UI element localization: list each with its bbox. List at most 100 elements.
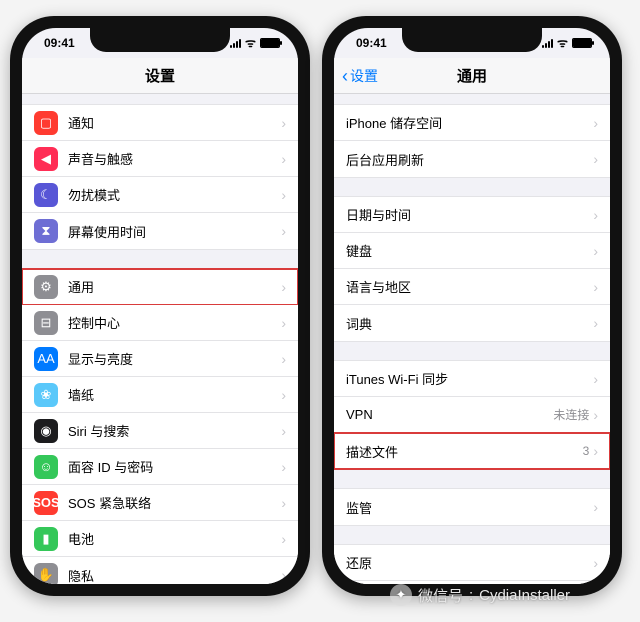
- list-item[interactable]: iPhone 储存空间›: [334, 105, 610, 141]
- notch: [90, 28, 230, 52]
- chevron-right-icon: ›: [593, 243, 598, 259]
- row-label: 日期与时间: [346, 205, 593, 224]
- chevron-left-icon: ‹: [342, 67, 348, 85]
- chevron-right-icon: ›: [593, 371, 598, 387]
- status-time: 09:41: [44, 36, 75, 50]
- gear-icon: ⚙: [34, 275, 58, 299]
- chevron-right-icon: ›: [593, 115, 598, 131]
- privacy-icon: ✋: [34, 563, 58, 584]
- row-detail: 未连接: [553, 406, 589, 423]
- row-label: iTunes Wi-Fi 同步: [346, 369, 593, 388]
- chevron-right-icon: ›: [281, 459, 286, 475]
- row-detail: 3: [583, 444, 590, 458]
- signal-icon: [542, 38, 553, 48]
- chevron-right-icon: ›: [593, 407, 598, 423]
- list-item[interactable]: ☺面容 ID 与密码›: [22, 449, 298, 485]
- list-item[interactable]: ▢ 通知›: [22, 105, 298, 141]
- battery-icon: ▮: [34, 527, 58, 551]
- control-icon: ⊟: [34, 311, 58, 335]
- wifi-icon: ᯤ: [557, 37, 568, 49]
- chevron-right-icon: ›: [281, 223, 286, 239]
- list-item[interactable]: 后台应用刷新›: [334, 141, 610, 177]
- chevron-right-icon: ›: [281, 351, 286, 367]
- chevron-right-icon: ›: [281, 495, 286, 511]
- settings-group: ▢通知›◀声音与触感›☾勿扰模式›⧗屏幕使用时间›: [22, 104, 298, 250]
- row-label: 通知: [68, 113, 281, 132]
- chevron-right-icon: ›: [593, 207, 598, 223]
- chevron-right-icon: ›: [281, 567, 286, 583]
- row-label: 监管: [346, 498, 593, 517]
- list-item[interactable]: 描述文件3›: [334, 433, 610, 469]
- list-item[interactable]: 语言与地区›: [334, 269, 610, 305]
- row-label: 还原: [346, 553, 593, 572]
- chevron-right-icon: ›: [593, 151, 598, 167]
- list-item[interactable]: SOS SOS 紧急联络›: [22, 485, 298, 521]
- chevron-right-icon: ›: [281, 315, 286, 331]
- list-item[interactable]: ▮ 电池›: [22, 521, 298, 557]
- list-item[interactable]: AA显示与亮度›: [22, 341, 298, 377]
- watermark-prefix: 微信号: [418, 585, 463, 606]
- chevron-right-icon: ›: [593, 443, 598, 459]
- settings-group: ⚙通用›⊟控制中心›AA显示与亮度›❀墙纸›◉Siri 与搜索›☺面容 ID 与…: [22, 268, 298, 584]
- list-item[interactable]: ◉Siri 与搜索›: [22, 413, 298, 449]
- list-item[interactable]: 监管›: [334, 489, 610, 525]
- list-item[interactable]: 还原›: [334, 545, 610, 581]
- chevron-right-icon: ›: [281, 279, 286, 295]
- battery-icon: [260, 38, 280, 48]
- back-button[interactable]: ‹ 设置: [342, 66, 378, 86]
- page-title: 通用: [457, 65, 487, 86]
- status-time: 09:41: [356, 36, 387, 50]
- settings-group: 日期与时间›键盘›语言与地区›词典›: [334, 196, 610, 342]
- phone-right: 09:41 ᯤ ‹ 设置 通用 iPhone 储存空间›后台应用刷新›日期与时间…: [322, 16, 622, 596]
- chevron-right-icon: ›: [281, 387, 286, 403]
- row-label: 词典: [346, 314, 593, 333]
- wifi-icon: ᯤ: [245, 37, 256, 49]
- row-label: 勿扰模式: [68, 185, 281, 204]
- row-label: 墙纸: [68, 385, 281, 404]
- general-list[interactable]: iPhone 储存空间›后台应用刷新›日期与时间›键盘›语言与地区›词典›iTu…: [334, 94, 610, 584]
- chevron-right-icon: ›: [281, 531, 286, 547]
- list-item[interactable]: VPN未连接›: [334, 397, 610, 433]
- back-label: 设置: [350, 66, 378, 86]
- battery-icon: [572, 38, 592, 48]
- settings-group: iPhone 储存空间›后台应用刷新›: [334, 104, 610, 178]
- notification-icon: ▢: [34, 111, 58, 135]
- row-label: iPhone 储存空间: [346, 113, 593, 132]
- chevron-right-icon: ›: [281, 423, 286, 439]
- list-item[interactable]: ☾ 勿扰模式›: [22, 177, 298, 213]
- list-item[interactable]: ✋隐私›: [22, 557, 298, 584]
- row-label: 显示与亮度: [68, 349, 281, 368]
- nav-bar-right: ‹ 设置 通用: [334, 58, 610, 94]
- phone-left: 09:41 ᯤ 设置 ▢通知›◀声音与触感›☾勿扰模式›⧗屏幕使用时间›⚙通用›…: [10, 16, 310, 596]
- faceid-icon: ☺: [34, 455, 58, 479]
- sos-icon: SOS: [34, 491, 58, 515]
- dnd-icon: ☾: [34, 183, 58, 207]
- list-item[interactable]: ⊟控制中心›: [22, 305, 298, 341]
- list-item[interactable]: 键盘›: [334, 233, 610, 269]
- wallpaper-icon: ❀: [34, 383, 58, 407]
- list-item[interactable]: ◀声音与触感›: [22, 141, 298, 177]
- row-label: 后台应用刷新: [346, 150, 593, 169]
- list-item[interactable]: iTunes Wi-Fi 同步›: [334, 361, 610, 397]
- notch: [402, 28, 542, 52]
- row-label: VPN: [346, 407, 553, 422]
- sound-icon: ◀: [34, 147, 58, 171]
- list-item[interactable]: 日期与时间›: [334, 197, 610, 233]
- list-item[interactable]: ⧗屏幕使用时间›: [22, 213, 298, 249]
- row-label: 电池: [68, 529, 281, 548]
- row-label: 屏幕使用时间: [68, 222, 281, 241]
- chevron-right-icon: ›: [281, 115, 286, 131]
- list-item[interactable]: 词典›: [334, 305, 610, 341]
- list-item[interactable]: ❀ 墙纸›: [22, 377, 298, 413]
- watermark-value: CydiaInstaller: [479, 587, 570, 604]
- list-item[interactable]: ⚙ 通用›: [22, 269, 298, 305]
- row-label: SOS 紧急联络: [68, 493, 281, 512]
- settings-group: iTunes Wi-Fi 同步›VPN未连接›描述文件3›: [334, 360, 610, 470]
- row-label: Siri 与搜索: [68, 421, 281, 440]
- wechat-icon: ✦: [390, 584, 412, 606]
- row-label: 通用: [68, 277, 281, 296]
- chevron-right-icon: ›: [281, 187, 286, 203]
- chevron-right-icon: ›: [281, 151, 286, 167]
- signal-icon: [230, 38, 241, 48]
- settings-list[interactable]: ▢通知›◀声音与触感›☾勿扰模式›⧗屏幕使用时间›⚙通用›⊟控制中心›AA显示与…: [22, 94, 298, 584]
